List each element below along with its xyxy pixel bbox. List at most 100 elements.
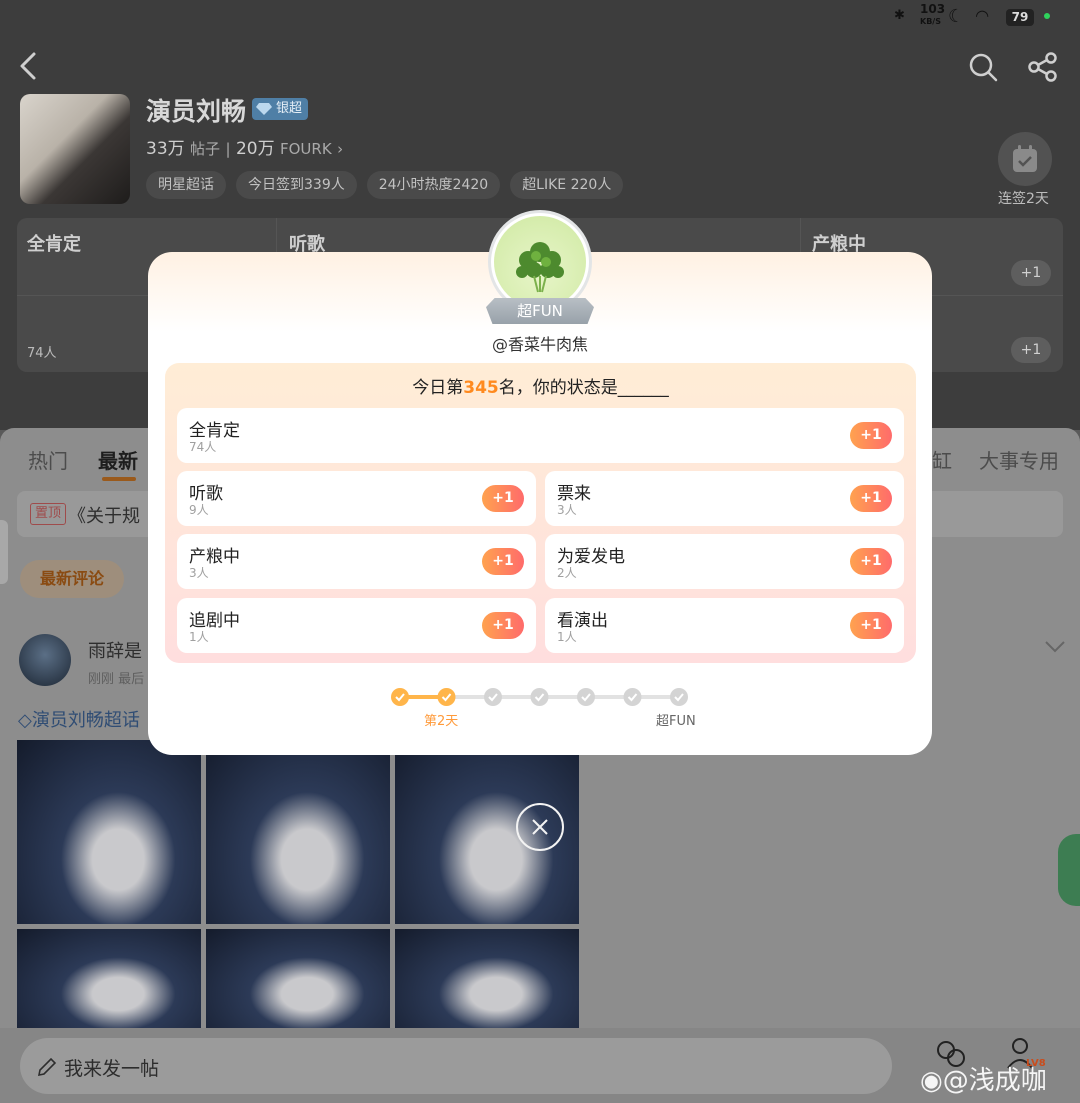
status-option-listening[interactable]: 听歌 9人 +1 — [177, 471, 536, 526]
tag-heat[interactable]: 24小时热度2420 — [366, 171, 501, 199]
posts-count: 33万 — [146, 139, 185, 159]
compose-placeholder: 我来发一帖 — [64, 1058, 160, 1080]
search-icon[interactable] — [966, 50, 1000, 84]
progress-step-done — [391, 688, 409, 706]
tag-super-like[interactable]: 超LIKE 220人 — [510, 171, 624, 199]
checkin-progress — [391, 688, 688, 706]
progress-step — [670, 688, 688, 706]
post-photo[interactable] — [206, 740, 390, 924]
plus-one-button[interactable]: +1 — [850, 485, 892, 512]
status-option-watching-show[interactable]: 看演出 1人 +1 — [545, 598, 904, 653]
watermark-text: @浅成咖 — [942, 1066, 1047, 1096]
user-handle: @香菜牛肉焦 — [491, 335, 588, 354]
diamond-icon — [256, 103, 272, 115]
plus-one-button[interactable]: +1 — [850, 612, 892, 639]
post-topic-link[interactable]: ◇演员刘畅超话 — [18, 706, 140, 732]
plus-one-button[interactable]: +1 — [482, 548, 524, 575]
stats-divider: | — [225, 140, 231, 158]
medal-label: 超FUN — [517, 302, 563, 320]
progress-step — [577, 688, 595, 706]
topic-tags: 明星超话 今日签到339人 24小时热度2420 超LIKE 220人 — [146, 171, 624, 199]
progress-step — [623, 688, 642, 706]
moon-icon: ☾ — [948, 6, 965, 27]
side-drawer-handle[interactable] — [0, 520, 8, 584]
tag-daily-checkin[interactable]: 今日签到339人 — [236, 171, 357, 199]
calendar-check-icon — [1013, 145, 1037, 172]
progress-current-label: 第2天 — [424, 714, 459, 729]
pinned-tag: 置顶 — [30, 503, 67, 525]
progress-step — [530, 688, 549, 706]
coriander-medal-icon — [494, 216, 586, 308]
post-author[interactable]: 雨辞是 — [88, 637, 142, 663]
bg-plus-button: +1 — [1011, 260, 1051, 286]
wifi-icon: ◠ — [976, 6, 989, 25]
tab-big-events[interactable]: 大事专用 — [979, 445, 1059, 474]
progress-end-label: 超FUN — [656, 714, 696, 729]
option-count: 3人 — [557, 503, 577, 517]
status-bar: ✱ 103 KB/S ☾ ◠ 79 — [0, 0, 1080, 36]
post-photo[interactable] — [17, 929, 201, 1029]
tab-latest[interactable]: 最新 — [98, 445, 138, 474]
latest-comments-button[interactable]: 最新评论 — [20, 560, 124, 598]
floating-chat-button[interactable] — [1058, 834, 1080, 906]
post-photo[interactable] — [395, 929, 579, 1029]
status-question: 今日第345名，你的状态是______ — [165, 373, 916, 398]
option-count: 74人 — [189, 440, 217, 454]
bluetooth-icon: ✱ — [894, 8, 905, 23]
chevron-down-icon[interactable] — [1044, 640, 1066, 654]
share-icon[interactable] — [1026, 50, 1060, 84]
watermark: ◉@浅成咖 — [920, 1060, 1047, 1097]
badge-label: 银超 — [276, 101, 303, 116]
status-option-producing[interactable]: 产粮中 3人 +1 — [177, 534, 536, 589]
status-dot — [1044, 13, 1050, 19]
supertopic-title: 演员刘畅 — [146, 97, 247, 126]
post-topic-label: 演员刘畅超话 — [31, 710, 140, 731]
pinned-title: 《关于规 — [68, 506, 140, 527]
weibo-logo-icon: ◉ — [920, 1066, 943, 1096]
pencil-icon — [37, 1057, 57, 1077]
plus-one-button[interactable]: +1 — [482, 485, 524, 512]
chevron-right-icon: › — [337, 140, 344, 158]
tab-hot[interactable]: 热门 — [28, 445, 68, 474]
battery-indicator: 79 — [1006, 9, 1034, 26]
checkin-button[interactable] — [998, 132, 1052, 186]
checkin-streak-label: 连签2天 — [998, 191, 1049, 207]
fans-count: 20万 — [235, 139, 275, 159]
status-option-watching-drama[interactable]: 追剧中 1人 +1 — [177, 598, 536, 653]
tag-star-topic[interactable]: 明星超话 — [146, 171, 226, 199]
post-photo[interactable] — [17, 740, 201, 924]
avatar[interactable] — [19, 634, 71, 686]
diamond-icon: ◇ — [18, 710, 32, 731]
plus-one-button[interactable]: +1 — [482, 612, 524, 639]
close-icon — [532, 819, 548, 835]
status-option-powered-by-love[interactable]: 为爱发电 2人 +1 — [545, 534, 904, 589]
question-prefix: 今日第 — [412, 378, 464, 398]
question-suffix: 名，你的状态是______ — [498, 378, 669, 398]
close-modal-button[interactable] — [516, 803, 564, 851]
status-option-all-approve[interactable]: 全肯定 74人 +1 — [177, 408, 904, 463]
tab-partial[interactable]: 缸 — [932, 445, 952, 474]
posts-label: 帖子 — [190, 140, 221, 158]
plus-one-button[interactable]: +1 — [850, 548, 892, 575]
back-arrow-icon[interactable] — [16, 48, 44, 84]
bg-cell-label: 全肯定 — [27, 234, 81, 255]
supertopic-stats[interactable]: 33万 帖子 | 20万 FOURK › — [146, 134, 343, 159]
network-speed: 103 KB/S — [920, 2, 946, 26]
option-count: 1人 — [189, 630, 209, 644]
bg-count: 74人 — [27, 346, 57, 361]
option-count: 9人 — [189, 503, 209, 517]
post-photo[interactable] — [206, 929, 390, 1029]
progress-step — [484, 688, 502, 706]
rank-number: 345 — [463, 378, 499, 398]
supertopic-avatar[interactable] — [20, 94, 130, 204]
option-count: 2人 — [557, 566, 577, 580]
plus-one-button[interactable]: +1 — [850, 422, 892, 449]
fans-label: FOURK — [279, 140, 332, 158]
option-count: 1人 — [557, 630, 577, 644]
post-meta: 刚刚 最后 — [88, 672, 145, 687]
bg-plus-button: +1 — [1011, 337, 1051, 363]
progress-step-done — [437, 688, 456, 706]
level-badge[interactable]: 银超 — [252, 98, 309, 120]
status-option-tickets[interactable]: 票来 3人 +1 — [545, 471, 904, 526]
active-tab-indicator — [102, 477, 136, 481]
